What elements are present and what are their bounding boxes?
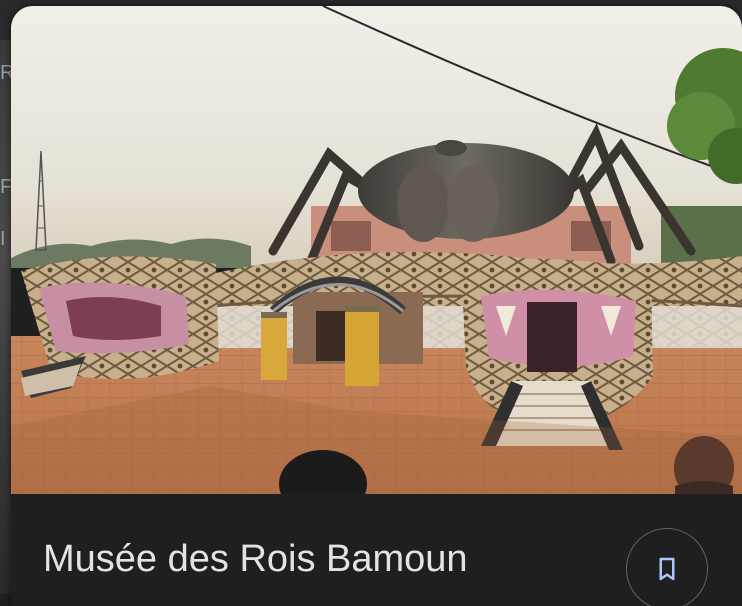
place-info-panel: Musée des Rois Bamoun bbox=[11, 494, 742, 606]
museum-photo-illustration bbox=[11, 6, 742, 494]
bookmark-icon bbox=[659, 557, 675, 581]
place-photo[interactable] bbox=[11, 6, 742, 494]
place-card[interactable]: Musée des Rois Bamoun bbox=[11, 6, 742, 606]
save-button[interactable] bbox=[626, 528, 708, 606]
place-title: Musée des Rois Bamoun bbox=[43, 538, 468, 580]
backdrop-text-fragment: I bbox=[0, 228, 6, 250]
